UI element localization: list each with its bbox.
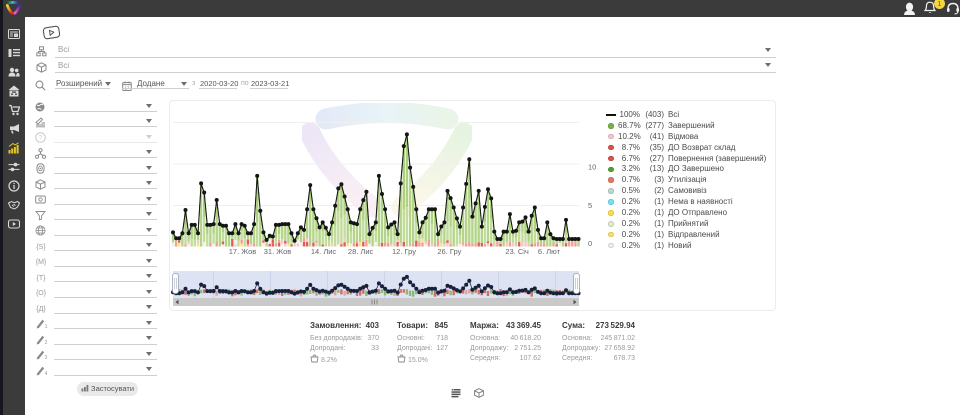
svg-text:1: 1 (45, 324, 48, 329)
svg-text:6. Лют: 6. Лют (538, 247, 561, 256)
svg-text:2: 2 (45, 340, 48, 345)
svg-text:17. Жов: 17. Жов (229, 247, 257, 256)
svg-text:23. Січ: 23. Січ (505, 247, 529, 256)
svg-text:{S}: {S} (36, 244, 46, 251)
svg-text:31. Жов: 31. Жов (264, 247, 292, 256)
svg-text:{T}: {T} (37, 275, 47, 282)
svg-text:10: 10 (588, 163, 596, 172)
svg-text:5: 5 (588, 201, 592, 210)
svg-text:{О}: {О} (36, 290, 47, 297)
svg-text:28. Лис: 28. Лис (348, 247, 374, 256)
svg-text:14. Лис: 14. Лис (311, 247, 337, 256)
svg-text:26. Гру: 26. Гру (437, 247, 461, 256)
svg-text:0: 0 (588, 239, 592, 248)
svg-text:12. Гру: 12. Гру (392, 247, 416, 256)
svg-text:4: 4 (45, 371, 48, 376)
svg-text:{Д}: {Д} (36, 306, 46, 313)
svg-text:?: ? (39, 135, 43, 142)
svg-text:{M}: {M} (36, 259, 47, 266)
svg-text:3: 3 (45, 355, 48, 360)
